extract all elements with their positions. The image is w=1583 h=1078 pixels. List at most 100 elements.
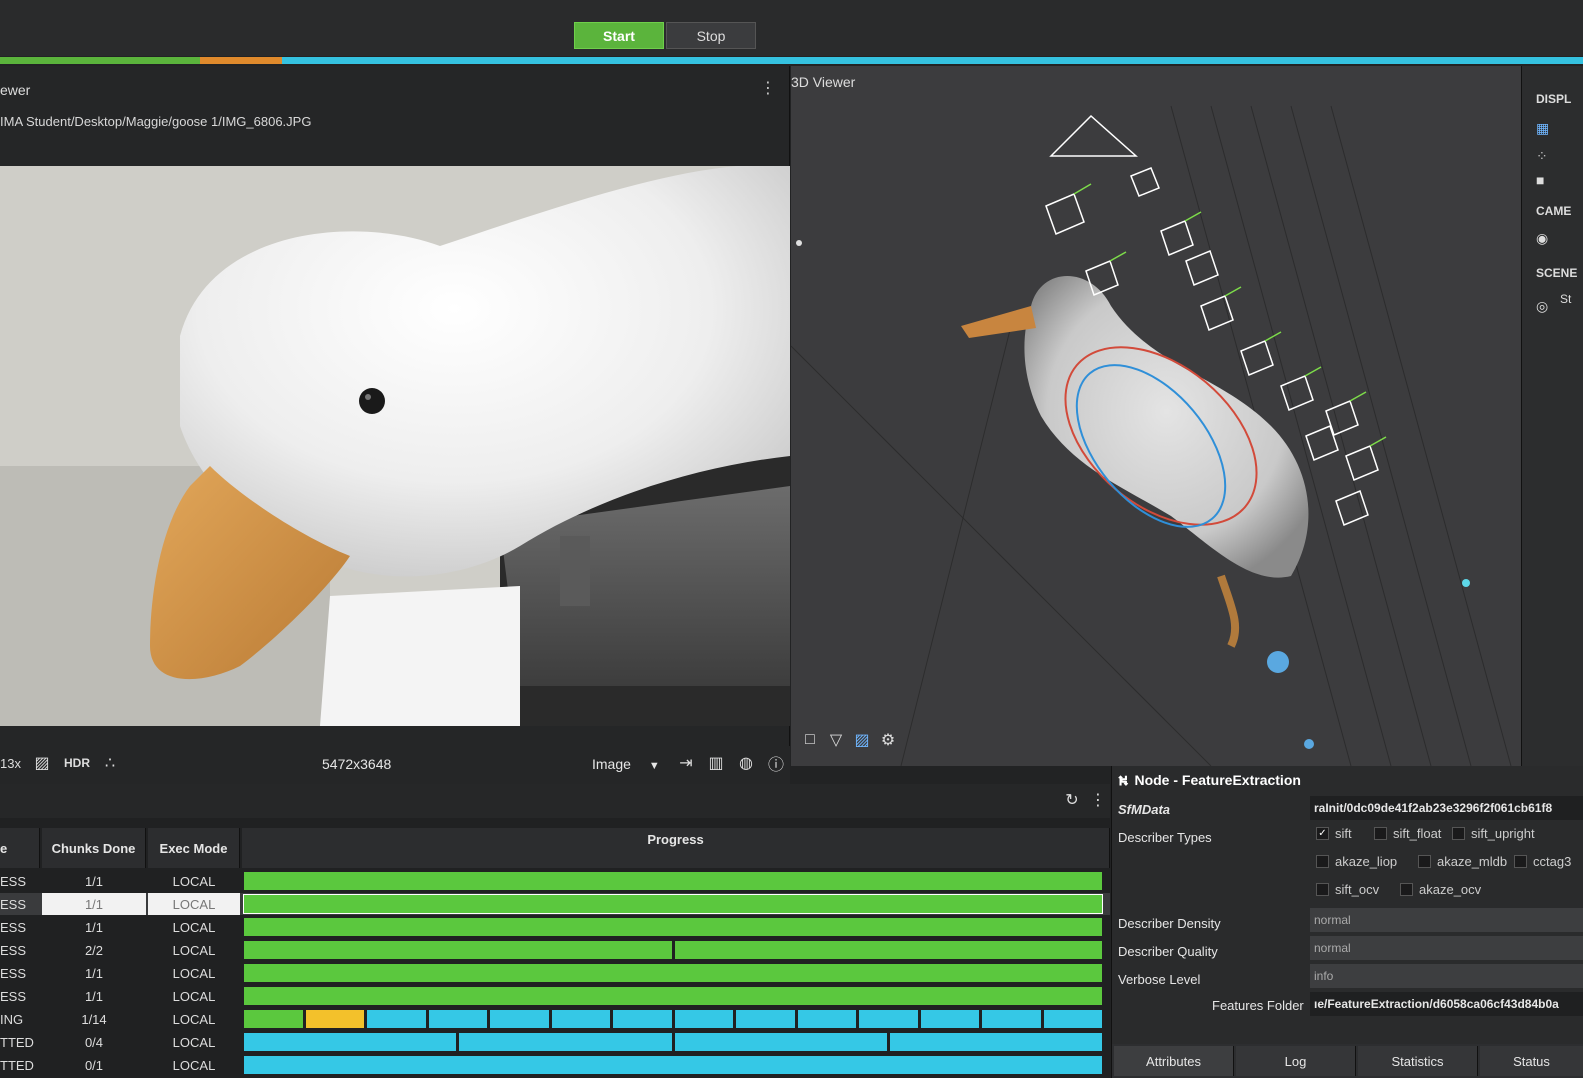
task-exec-mode: LOCAL xyxy=(172,1034,216,1050)
progress-chunk xyxy=(674,941,1102,959)
progress-chunk xyxy=(859,1010,918,1028)
viewer-3d-pane[interactable]: 3D Viewer xyxy=(791,66,1521,766)
progress-chunk xyxy=(613,1010,672,1028)
task-row[interactable]: ESS 1/1 LOCAL xyxy=(0,916,1110,938)
more-options-icon[interactable]: ⋮ xyxy=(1088,790,1108,810)
chevron-down-icon: ▼ xyxy=(648,760,660,772)
task-row[interactable]: ESS 1/1 LOCAL xyxy=(0,893,1110,915)
task-chunks-done: 1/14 xyxy=(81,1011,107,1027)
progress-chunk xyxy=(244,872,1102,890)
task-row[interactable]: ESS 1/1 LOCAL xyxy=(0,870,1110,892)
column-exec-mode: Exec Mode xyxy=(148,828,240,868)
progress-chunk xyxy=(920,1010,979,1028)
column-status: e xyxy=(0,828,40,868)
progress-chunk xyxy=(889,1033,1102,1051)
image-resolution: 5472x3648 xyxy=(322,756,392,772)
describer-label: sift_float xyxy=(1393,826,1442,841)
checkbox-checked-icon: ✓ xyxy=(1316,827,1329,840)
progress-chunk xyxy=(244,918,1102,936)
tab-statistics[interactable]: Statistics xyxy=(1358,1046,1478,1076)
describer-quality-select[interactable]: normal xyxy=(1310,936,1583,960)
grid-icon[interactable]: ▦ xyxy=(1536,120,1556,138)
verbose-level-select[interactable]: info xyxy=(1310,964,1583,988)
camera-view-icon[interactable]: ■ xyxy=(1536,172,1556,190)
stop-button[interactable]: Stop xyxy=(666,22,756,49)
triangle-icon[interactable]: ▽ xyxy=(826,730,846,750)
hatch-icon[interactable]: ▨ xyxy=(32,753,52,773)
task-manager: ↻ ⋮ e Chunks Done Exec Mode Progress ESS… xyxy=(0,784,1110,1078)
describer-types-label: Describer Types xyxy=(1118,830,1212,845)
sfm-label: SfMData xyxy=(1118,802,1171,817)
task-row[interactable]: TTED 0/4 LOCAL xyxy=(0,1031,1110,1053)
describer-checkbox[interactable]: sift_ocv xyxy=(1316,882,1379,897)
task-chunks-done: 0/1 xyxy=(84,1057,104,1073)
progress-chunk xyxy=(459,1033,672,1051)
start-button[interactable]: Start xyxy=(574,22,664,49)
camera-icon[interactable]: ◉ xyxy=(1536,230,1556,248)
task-exec-mode: LOCAL xyxy=(172,988,216,1004)
describer-checkbox[interactable]: akaze_mldb xyxy=(1418,854,1507,869)
progress-chunk xyxy=(428,1010,487,1028)
gear-icon[interactable]: ⚙ xyxy=(878,730,898,750)
progress-chunk xyxy=(982,1010,1041,1028)
describer-label: cctag3 xyxy=(1533,854,1572,869)
features-folder-field[interactable]: ıe/FeatureExtraction/d6058ca06cf43d84b0a xyxy=(1310,992,1583,1016)
describer-checkbox[interactable]: ✓ sift xyxy=(1316,826,1352,841)
task-row[interactable]: ESS 1/1 LOCAL xyxy=(0,962,1110,984)
source-photo[interactable] xyxy=(0,166,790,726)
hdr-toggle[interactable]: HDR xyxy=(64,756,90,770)
task-chunks-done: 1/1 xyxy=(42,893,146,915)
display-mode-label: Image xyxy=(592,756,631,772)
tab-log[interactable]: Log xyxy=(1236,1046,1356,1076)
tab-attributes[interactable]: Attributes xyxy=(1114,1046,1234,1076)
sfm-field[interactable]: raInit/0dc09de41f2ab23e3296f2f061cb61f8 xyxy=(1310,796,1583,820)
export-icon[interactable]: ⇥ xyxy=(676,753,696,773)
progress-chunk xyxy=(244,941,672,959)
describer-label: sift_ocv xyxy=(1335,882,1380,897)
task-exec-mode: LOCAL xyxy=(148,893,240,915)
describer-checkbox[interactable]: sift_float xyxy=(1374,826,1441,841)
task-exec-mode: LOCAL xyxy=(172,942,216,958)
task-row[interactable]: TTED 0/1 LOCAL xyxy=(0,1054,1110,1076)
eye-icon[interactable]: ◎ xyxy=(1536,298,1556,316)
zoom-level: 13x xyxy=(0,756,21,771)
display-settings-panel: DISPL ▦ ⁘ ■ CAME ◉ SCENE ◎ St xyxy=(1521,66,1583,766)
viewer-3d-title: 3D Viewer xyxy=(791,74,856,90)
histogram-icon[interactable]: ▥ xyxy=(706,753,726,773)
task-row[interactable]: ESS 2/2 LOCAL xyxy=(0,939,1110,961)
describer-checkbox[interactable]: cctag3 xyxy=(1514,854,1571,869)
task-exec-mode: LOCAL xyxy=(172,1011,216,1027)
progress-chunk xyxy=(244,987,1102,1005)
describer-label: sift_upright xyxy=(1471,826,1535,841)
more-options-icon[interactable]: ⋮ xyxy=(760,78,776,98)
describer-label: akaze_ocv xyxy=(1419,882,1482,897)
display-mode-select[interactable]: Image ▼ xyxy=(592,756,660,772)
describer-density-select[interactable]: normal xyxy=(1310,908,1583,932)
progress-chunk xyxy=(244,1033,457,1051)
task-row[interactable]: ESS 1/1 LOCAL xyxy=(0,985,1110,1007)
refresh-icon[interactable]: ↻ xyxy=(1062,790,1082,810)
describer-checkbox[interactable]: akaze_liop xyxy=(1316,854,1397,869)
wireframe-icon[interactable]: ▨ xyxy=(852,730,872,750)
points-icon[interactable]: ⁘ xyxy=(1536,148,1556,166)
describer-label: akaze_liop xyxy=(1335,854,1398,869)
task-row[interactable]: ING 1/14 LOCAL xyxy=(0,1008,1110,1030)
task-chunks-done: 1/1 xyxy=(84,873,104,889)
describer-checkbox[interactable]: akaze_ocv xyxy=(1400,882,1481,897)
globe-icon[interactable]: ◍ xyxy=(736,753,756,773)
node-title-text: Node - FeatureExtraction xyxy=(1134,772,1301,788)
task-manager-header: ↻ ⋮ xyxy=(0,784,1110,818)
scene-item[interactable]: St xyxy=(1560,292,1571,306)
info-icon[interactable]: ⓘ xyxy=(766,753,786,774)
features-icon[interactable]: ∴ xyxy=(100,753,120,773)
tab-status[interactable]: Status xyxy=(1480,1046,1583,1076)
point-cloud-render xyxy=(791,66,1521,766)
describer-checkbox[interactable]: sift_upright xyxy=(1452,826,1535,841)
square-icon[interactable]: □ xyxy=(800,730,820,750)
progress-running-segment xyxy=(200,57,282,64)
checkbox-empty-icon xyxy=(1514,855,1527,868)
features-folder-label: Features Folder xyxy=(1212,998,1304,1013)
task-status: TTED xyxy=(0,1057,34,1073)
checkbox-empty-icon xyxy=(1316,855,1329,868)
task-status: ESS xyxy=(0,919,27,935)
